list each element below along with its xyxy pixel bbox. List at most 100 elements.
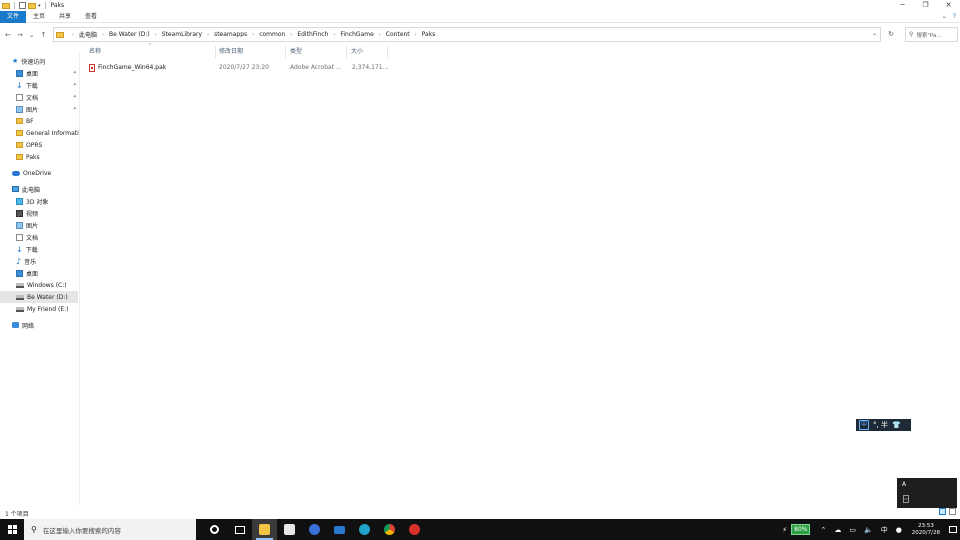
nav-quick-access[interactable]: ★ 快速访问 — [12, 55, 45, 67]
chevron-right-icon[interactable]: › — [290, 32, 292, 38]
nav-pc-documents[interactable]: 文档 — [16, 231, 38, 243]
nav-pc-music[interactable]: ♪ 音乐 — [16, 255, 36, 267]
minimize-icon[interactable]: ─ — [891, 0, 914, 11]
column-name[interactable]: 名称 — [86, 46, 216, 58]
system-tray: ⚡ 80% ⌃ ☁ ▭ 🔈 中 ● 23:53 2020/7/28 — [778, 519, 960, 540]
crumb-paks[interactable]: Paks — [422, 31, 436, 38]
ime-mode[interactable]: 中 — [859, 420, 870, 430]
pin-icon[interactable]: ✦ — [73, 70, 77, 76]
chevron-right-icon[interactable]: › — [72, 32, 74, 38]
tab-file[interactable]: 文件 — [0, 10, 27, 23]
clock[interactable]: 23:53 2020/7/28 — [912, 523, 940, 537]
network-icon[interactable]: ▭ — [849, 526, 856, 534]
start-button[interactable] — [0, 519, 24, 540]
column-date[interactable]: 修改日期 — [216, 46, 286, 58]
tab-home[interactable]: 主页 — [26, 11, 52, 23]
address-bar[interactable]: › 此电脑 › Be Water (D:) › SteamLibrary › s… — [53, 27, 881, 42]
notification-popup[interactable]: A ▭ — [897, 478, 957, 508]
crumb-steamlibrary[interactable]: SteamLibrary — [162, 31, 202, 38]
taskbar-edge[interactable] — [352, 519, 377, 540]
address-dropdown-icon[interactable]: ⌄ — [872, 30, 877, 37]
nav-pc-3d[interactable]: 3D 对象 — [16, 195, 48, 207]
crumb-edithfinch[interactable]: EdithFinch — [297, 31, 328, 38]
chevron-right-icon[interactable]: › — [102, 32, 104, 38]
nav-quick-bf[interactable]: BF — [16, 115, 34, 127]
battery-indicator[interactable]: 80% — [791, 524, 811, 535]
nav-pc-desktop[interactable]: 桌面 — [16, 267, 38, 279]
large-icons-view-icon[interactable] — [949, 508, 956, 515]
close-icon[interactable]: ✕ — [937, 0, 960, 11]
document-icon — [16, 233, 23, 241]
column-type[interactable]: 类型 — [287, 46, 347, 58]
nav-quick-documents[interactable]: 文档 ✦ — [16, 91, 80, 103]
nav-pc-videos[interactable]: 视频 — [16, 207, 38, 219]
ime-language[interactable]: 中 — [881, 525, 888, 535]
help-icon[interactable]: ? — [953, 11, 956, 23]
cortana-button[interactable] — [202, 519, 227, 540]
details-view-icon[interactable] — [939, 508, 946, 515]
crumb-finchgame[interactable]: FinchGame — [340, 31, 373, 38]
nav-pc-pictures[interactable]: 图片 — [16, 219, 38, 231]
taskbar-app-l[interactable] — [302, 519, 327, 540]
back-icon[interactable]: ← — [5, 31, 11, 39]
nav-drive-c[interactable]: Windows (C:) — [16, 279, 67, 291]
nav-this-pc[interactable]: 此电脑 — [12, 183, 40, 195]
nav-quick-oprs[interactable]: OPRS — [16, 139, 42, 151]
taskbar-chrome[interactable] — [377, 519, 402, 540]
nav-drive-e[interactable]: My Friend (E:) — [16, 303, 69, 315]
crumb-common[interactable]: common — [259, 31, 285, 38]
nav-quick-pictures[interactable]: 图片 ✦ — [16, 103, 80, 115]
shirt-icon[interactable]: 👕 — [892, 421, 901, 429]
expand-ribbon-icon[interactable]: ⌄ — [942, 11, 947, 23]
cloud-icon[interactable]: ☁ — [834, 526, 841, 534]
search-input[interactable]: ⚲ 搜索"Pa... — [905, 27, 958, 42]
nav-quick-paks[interactable]: Paks — [16, 151, 40, 163]
chevron-down-icon[interactable]: ▾ — [38, 3, 41, 9]
tab-share[interactable]: 共享 — [52, 11, 78, 23]
chevron-up-icon[interactable]: ⌃ — [820, 526, 826, 534]
taskbar-netease-music[interactable] — [402, 519, 427, 540]
pin-icon[interactable]: ✦ — [73, 106, 77, 112]
pin-icon[interactable]: ✦ — [73, 94, 77, 100]
nav-network[interactable]: 网络 — [12, 319, 34, 331]
taskbar-store[interactable] — [277, 519, 302, 540]
action-center-button[interactable] — [946, 519, 960, 540]
volume-icon[interactable]: 🔈 — [864, 526, 873, 534]
chevron-right-icon[interactable]: › — [207, 32, 209, 38]
nav-pc-downloads[interactable]: ↓ 下载 — [16, 243, 38, 255]
taskbar-file-explorer[interactable] — [252, 519, 277, 540]
nav-quick-general[interactable]: General Informati — [16, 127, 80, 139]
refresh-icon[interactable]: ↻ — [884, 28, 898, 41]
up-icon[interactable]: ↑ — [41, 31, 47, 39]
file-name-cell[interactable]: FinchGame_Win64.pak — [89, 62, 166, 74]
chevron-right-icon[interactable]: › — [415, 32, 417, 38]
chevron-right-icon[interactable]: › — [333, 32, 335, 38]
crumb-this-pc[interactable]: 此电脑 — [79, 30, 97, 39]
chevron-right-icon[interactable]: › — [252, 32, 254, 38]
pin-icon[interactable]: ✦ — [73, 82, 77, 88]
taskbar-mail[interactable] — [327, 519, 352, 540]
nav-quick-desktop[interactable]: 桌面 ✦ — [16, 67, 80, 79]
task-view-button[interactable] — [227, 519, 252, 540]
new-folder-icon[interactable] — [28, 2, 36, 9]
crumb-steamapps[interactable]: steamapps — [214, 31, 247, 38]
chevron-right-icon[interactable]: › — [155, 32, 157, 38]
taskbar-search-input[interactable]: ⚲ 在这里输入你要搜索的内容 — [24, 519, 196, 540]
recent-locations-icon[interactable]: ⌄ — [29, 31, 35, 39]
crumb-drive-d[interactable]: Be Water (D:) — [109, 31, 150, 38]
ime-toolbar[interactable]: 中 °, 半 👕 — [856, 419, 911, 431]
nav-quick-downloads[interactable]: ↓ 下载 ✦ — [16, 79, 80, 91]
chevron-right-icon[interactable]: › — [379, 32, 381, 38]
nav-drive-d[interactable]: Be Water (D:) — [0, 291, 78, 303]
netease-tray-icon[interactable]: ● — [896, 526, 902, 534]
crumb-content[interactable]: Content — [386, 31, 410, 38]
file-row[interactable]: FinchGame_Win64.pak 2020/7/27 23:20 Adob… — [86, 62, 388, 74]
properties-icon[interactable] — [19, 2, 26, 9]
nav-label: General Informati — [26, 129, 79, 137]
column-size[interactable]: 大小 — [348, 46, 388, 58]
tab-view[interactable]: 查看 — [78, 11, 104, 23]
maximize-icon[interactable]: ❐ — [914, 0, 937, 11]
nav-onedrive[interactable]: OneDrive — [12, 167, 51, 179]
forward-icon[interactable]: → — [17, 31, 23, 39]
plug-icon[interactable]: ⚡ — [782, 526, 787, 534]
